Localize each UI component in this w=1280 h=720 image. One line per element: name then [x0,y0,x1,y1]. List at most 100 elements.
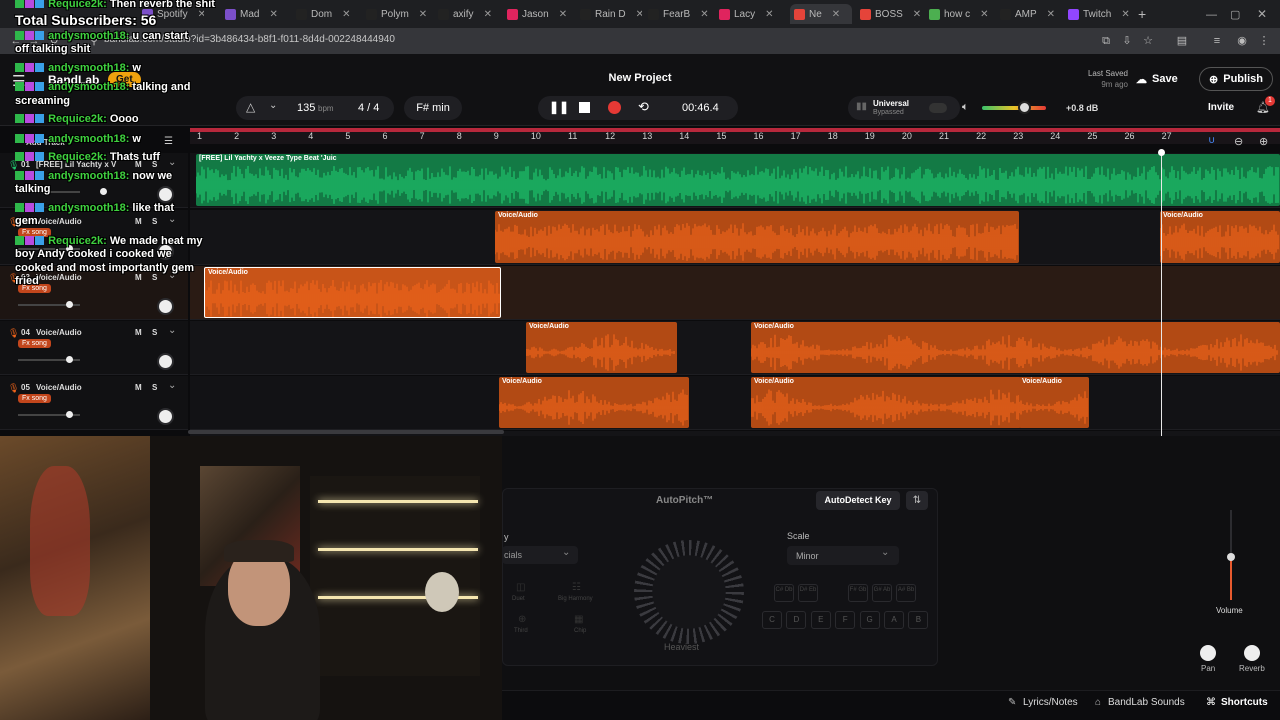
browser-tab[interactable]: Polym ✕ [366,4,428,24]
preset-chip[interactable]: Chip [574,628,586,634]
note-button[interactable]: A [884,611,904,629]
note-button[interactable]: D# Eb [798,584,818,602]
screenshot-icon[interactable]: ⧉ [1100,35,1112,47]
pause-icon[interactable]: ❚❚ [549,100,569,114]
browser-tab[interactable]: BOSS ✕ [860,4,922,24]
autodetect-key-button[interactable]: AutoDetect Key [816,491,900,510]
browser-tab[interactable]: Lacy ✕ [719,4,781,24]
playhead-handle[interactable] [1158,149,1165,156]
track-volume-handle[interactable] [66,356,73,363]
profile-icon[interactable]: ◉ [1236,35,1248,47]
browser-tab[interactable]: FearB ✕ [648,4,710,24]
scale-select[interactable]: Minor ⌄ [787,546,899,565]
note-button[interactable]: G# Ab [872,584,892,602]
tab-close-icon[interactable]: ✕ [765,9,773,20]
browser-tab[interactable]: Rain D ✕ [580,4,642,24]
pan-knob[interactable] [1200,645,1216,661]
note-button[interactable]: F [835,611,856,629]
audio-clip[interactable]: Voice/Audio [751,322,1280,373]
key-value[interactable]: F# min [404,102,462,114]
publish-button[interactable]: ⊕ Publish [1199,67,1273,91]
browser-tab[interactable]: Dom ✕ [296,4,358,24]
lyrics-notes-button[interactable]: Lyrics/Notes [1023,697,1078,708]
bookmark-star-icon[interactable]: ☆ [1142,35,1154,47]
browser-tab[interactable]: how c ✕ [929,4,991,24]
note-button[interactable]: F# Gb [848,584,868,602]
tab-close-icon[interactable]: ✕ [198,9,204,20]
mute-button[interactable]: M [135,273,142,282]
audio-clip[interactable]: Voice/Audio [495,211,1019,263]
loop-region-bar[interactable] [190,128,1280,132]
chevron-down-icon[interactable]: ⌄ [269,100,277,111]
zoom-in-icon[interactable]: ⊕ [1259,135,1268,148]
preset-duet[interactable]: Duet [512,596,525,602]
reverb-knob[interactable] [1244,645,1260,661]
tab-close-icon[interactable]: ✕ [700,9,708,20]
note-button[interactable]: D [786,611,807,629]
mute-button[interactable]: M [135,383,142,392]
volume-handle[interactable] [1227,553,1235,561]
audio-clip[interactable]: Voice/Audio [526,322,677,373]
settings-sliders-icon[interactable]: ⇅ [906,491,928,510]
solo-button[interactable]: S [152,328,157,337]
browser-tab[interactable]: Ne ✕ [790,4,852,24]
browser-tab[interactable]: AMP ✕ [1000,4,1062,24]
invite-button[interactable]: Invite [1208,102,1234,113]
chevron-down-icon[interactable]: ⌄ [168,214,176,225]
loop-icon[interactable]: ⟲ [638,99,649,115]
chevron-down-icon[interactable]: ⌄ [168,380,176,391]
tab-close-icon[interactable]: ✕ [832,9,840,20]
fx-preset-badge[interactable]: Fx song [18,339,51,348]
track-volume-handle[interactable] [100,188,107,195]
mute-button[interactable]: M [135,328,142,337]
speaker-icon[interactable]: 🔈︎ [962,101,969,114]
maximize-icon[interactable]: ▢ [1230,8,1240,21]
zoom-out-icon[interactable]: ⊖ [1234,135,1243,148]
tab-close-icon[interactable]: ✕ [980,9,988,20]
track-name[interactable]: Voice/Audio [36,328,132,337]
save-button[interactable]: ☁ Save [1136,69,1192,89]
window-close-icon[interactable]: ✕ [1257,7,1267,21]
track-name[interactable]: Voice/Audio [36,217,132,226]
stop-icon[interactable] [579,102,590,113]
universal-toggle[interactable] [929,103,947,113]
chevron-down-icon[interactable]: ⌄ [168,157,176,168]
audio-clip[interactable]: Voice/Audio [499,377,689,428]
snap-magnet-icon[interactable]: ∪ [1208,135,1215,146]
fx-preset-badge[interactable]: Fx song [18,394,51,403]
horizontal-scrollbar[interactable] [188,430,504,434]
note-button[interactable]: B [908,611,929,629]
preset-third[interactable]: Third [514,628,528,634]
master-volume-slider[interactable] [982,106,1046,110]
solo-button[interactable]: S [152,273,157,282]
mute-button[interactable]: M [135,217,142,226]
track-pan-knob[interactable] [157,353,174,370]
audio-clip[interactable]: [FREE] Lil Yachty x Veeze Type Beat 'Jui… [196,154,1280,206]
track-lane[interactable] [190,376,1280,430]
bandlab-sounds-button[interactable]: BandLab Sounds [1108,697,1185,708]
metronome-icon[interactable]: △ [246,100,255,114]
autopitch-knob[interactable] [634,540,744,644]
note-button[interactable]: G [859,611,880,629]
track-header[interactable]: 🎙︎ 05 Voice/Audio M S ⌄ Fx song [0,376,188,430]
note-button[interactable]: E [810,611,831,629]
note-button[interactable]: C [762,611,782,629]
tab-close-icon[interactable]: ✕ [1047,9,1055,20]
track-volume-handle[interactable] [66,411,73,418]
new-tab-button[interactable]: + [1138,6,1146,22]
track-volume-handle[interactable] [66,301,73,308]
tab-close-icon[interactable]: ✕ [342,9,350,20]
track-name[interactable]: Voice/Audio [36,273,132,282]
track-pan-knob[interactable] [157,298,174,315]
preset-big-harmony[interactable]: Big Harmony [558,596,593,602]
track-header[interactable]: 🎙︎ 04 Voice/Audio M S ⌄ Fx song [0,321,188,375]
chevron-down-icon[interactable]: ⌄ [168,325,176,336]
audio-clip[interactable]: Voice/Audio [1160,211,1280,263]
extensions-icon[interactable]: ≡ [1211,35,1223,47]
time-signature[interactable]: 4 / 4 [358,102,379,114]
tab-close-icon[interactable]: ✕ [913,9,921,20]
note-button[interactable]: C# Db [774,584,794,602]
browser-tab[interactable]: Jason ✕ [507,4,569,24]
preset-select[interactable]: cials ⌄ [502,546,578,564]
track-settings-icon[interactable]: ☰ [164,136,173,147]
